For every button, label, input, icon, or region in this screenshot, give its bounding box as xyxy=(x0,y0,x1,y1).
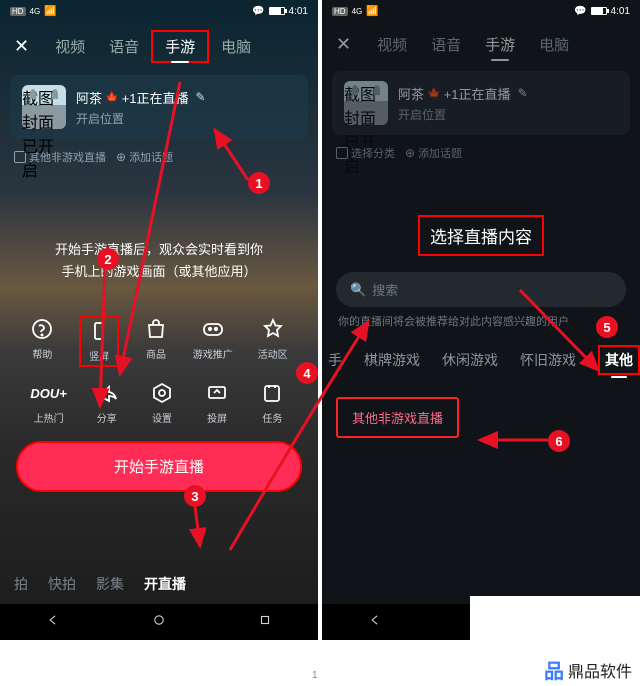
close-icon[interactable]: ✕ xyxy=(330,34,357,55)
status-bar: HD4G📶 💬4:01 xyxy=(0,0,318,22)
location-toggle[interactable]: 开启位置 xyxy=(76,110,296,127)
dou-plus-button[interactable]: DOU+上热门 xyxy=(34,381,64,425)
share-button[interactable]: 分享 xyxy=(95,381,119,425)
search-icon: 🔍 xyxy=(350,282,366,298)
tab-pc[interactable]: 电脑 xyxy=(209,32,263,61)
cat-retro[interactable]: 怀旧游戏 xyxy=(520,350,576,370)
btab-shoot[interactable]: 拍 xyxy=(14,574,28,594)
icon-grid-1: 帮助 竖屏 商品 游戏推广 活动区 xyxy=(0,317,318,367)
tab-video[interactable]: 视频 xyxy=(43,32,97,61)
tasks-button[interactable]: 任务 xyxy=(260,381,284,425)
status-bar: HD4G📶 💬4:01 xyxy=(322,0,640,22)
leaf-icon: 🍁 xyxy=(105,91,119,104)
chip-row: 选择分类 添加话题 xyxy=(322,141,640,165)
footnote: 1 xyxy=(308,669,322,682)
panel-title: 选择直播内容 xyxy=(418,215,544,256)
category-option[interactable]: 其他非游戏直播 xyxy=(336,397,459,438)
orientation-button[interactable]: 竖屏 xyxy=(79,315,119,367)
topic-chip[interactable]: 添加话题 xyxy=(116,149,173,165)
product-button[interactable]: 商品 xyxy=(144,317,168,367)
right-phone: HD4G📶 💬4:01 ✕ 视频 语音 手游 电脑 截图封面已开启 阿茶🍁+1正… xyxy=(322,0,640,640)
activity-button[interactable]: 活动区 xyxy=(258,317,288,367)
annotation-1: 1 xyxy=(248,172,270,194)
category-tabs: ✕ 视频 语音 手游 电脑 xyxy=(0,22,318,69)
tab-audio[interactable]: 语音 xyxy=(97,32,151,61)
nav-recent-icon[interactable] xyxy=(258,613,272,632)
avatar: 截图封面已开启 xyxy=(344,81,388,125)
left-phone: HD4G📶 💬4:01 ✕ 视频 语音 手游 电脑 截图封面已开启 阿茶🍁+1正… xyxy=(0,0,318,640)
btab-quick[interactable]: 快拍 xyxy=(48,574,76,594)
annotation-4: 4 xyxy=(296,362,318,384)
cat-partial[interactable]: 手 xyxy=(328,350,342,370)
annotation-6: 6 xyxy=(548,430,570,452)
cat-other[interactable]: 其他 xyxy=(598,345,640,375)
settings-button[interactable]: 设置 xyxy=(150,381,174,425)
avatar: 截图封面已开启 xyxy=(22,85,66,129)
promo-button[interactable]: 游戏推广 xyxy=(193,317,233,367)
nav-back-icon[interactable] xyxy=(368,613,382,632)
bottom-tabs: 拍 快拍 影集 开直播 xyxy=(0,564,318,604)
description: 开始手游直播后，观众会实时看到你手机上的游戏画面（或其他应用） xyxy=(0,239,318,283)
stream-title: 阿茶🍁+1正在直播 ✎ xyxy=(76,88,296,107)
category-tabs: ✕ 视频 语音 手游 电脑 xyxy=(322,22,640,65)
nav-bar xyxy=(0,604,318,640)
cast-button[interactable]: 投屏 xyxy=(205,381,229,425)
category-list: 手 棋牌游戏 休闲游戏 怀旧游戏 其他 xyxy=(322,329,640,385)
user-card[interactable]: 截图封面已开启 阿茶🍁+1正在直播✎ 开启位置 xyxy=(332,71,630,135)
help-button[interactable]: 帮助 xyxy=(30,317,54,367)
cat-casual[interactable]: 休闲游戏 xyxy=(442,350,498,370)
nav-home-icon[interactable] xyxy=(152,613,166,632)
annotation-2: 2 xyxy=(97,248,119,270)
search-input[interactable]: 🔍搜索 xyxy=(336,272,626,307)
user-card[interactable]: 截图封面已开启 阿茶🍁+1正在直播 ✎ 开启位置 xyxy=(10,75,308,139)
close-icon[interactable]: ✕ xyxy=(8,36,35,57)
hint-text: 你的直播间将会被推荐给对此内容感兴趣的用户 xyxy=(322,313,640,329)
start-stream-button[interactable]: 开始手游直播 xyxy=(16,441,302,492)
edit-icon[interactable]: ✎ xyxy=(196,90,206,104)
annotation-5: 5 xyxy=(596,316,618,338)
icon-grid-2: DOU+上热门 分享 设置 投屏 任务 xyxy=(0,381,318,425)
nav-back-icon[interactable] xyxy=(46,613,60,632)
btab-live[interactable]: 开直播 xyxy=(144,574,186,594)
cat-card[interactable]: 棋牌游戏 xyxy=(364,350,420,370)
annotation-3: 3 xyxy=(184,485,206,507)
btab-album[interactable]: 影集 xyxy=(96,574,124,594)
tab-mobile-game[interactable]: 手游 xyxy=(151,30,209,63)
brand-logo: 品鼎品软件 xyxy=(544,655,632,684)
